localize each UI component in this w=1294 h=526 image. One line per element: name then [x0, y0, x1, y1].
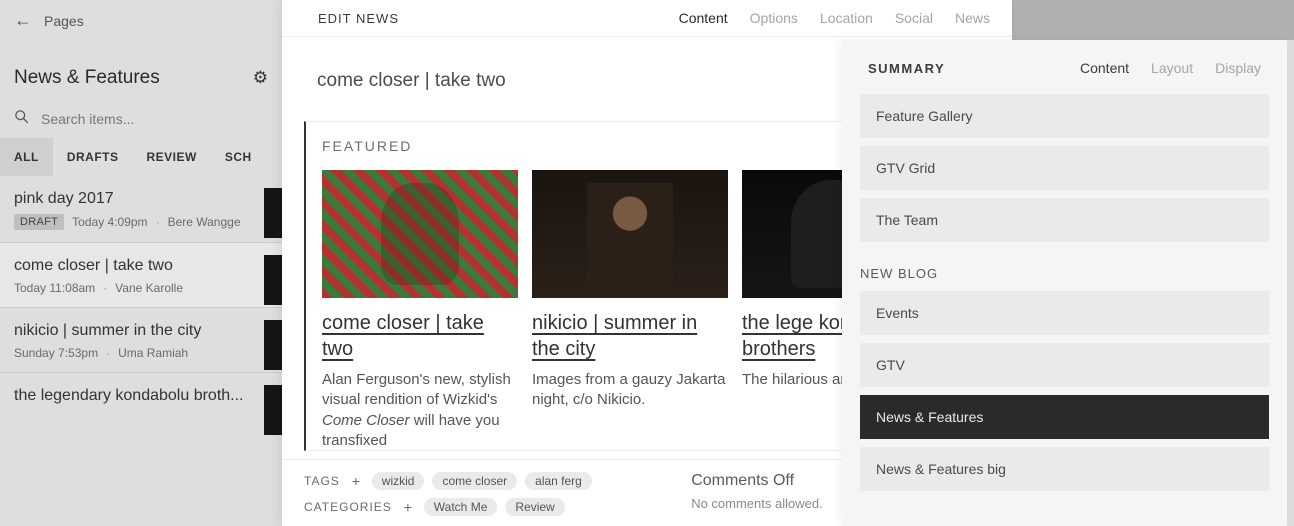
card-title: come closer | take two	[322, 310, 518, 362]
add-tag-button[interactable]: +	[348, 473, 364, 489]
filter-review[interactable]: REVIEW	[133, 138, 211, 176]
item-time: Today 11:08am	[14, 281, 95, 295]
summary-item-news-features-big[interactable]: News & Features big	[860, 447, 1269, 491]
item-thumbnail	[264, 255, 282, 305]
item-time: Today 4:09pm	[72, 215, 147, 229]
item-title: come closer | take two	[14, 257, 268, 275]
gear-icon[interactable]: ⚙	[253, 68, 268, 88]
category-chip[interactable]: Watch Me	[424, 498, 498, 516]
card-image	[322, 170, 518, 298]
summary-item-gtv[interactable]: GTV	[860, 343, 1269, 387]
featured-card[interactable]: nikicio | summer in the city Images from…	[532, 170, 728, 451]
tab-location[interactable]: Location	[820, 10, 873, 26]
editor-header-title: EDIT NEWS	[318, 11, 399, 26]
item-author: Uma Ramiah	[118, 346, 188, 360]
list-item[interactable]: nikicio | summer in the city Sunday 7:53…	[0, 307, 282, 372]
categories-label: CATEGORIES	[304, 500, 392, 514]
comments-status[interactable]: Comments Off	[691, 472, 823, 490]
breadcrumb[interactable]: Pages	[44, 13, 84, 29]
tab-news[interactable]: News	[955, 10, 990, 26]
list-item[interactable]: the legendary kondabolu broth...	[0, 372, 282, 423]
tab-social[interactable]: Social	[895, 10, 933, 26]
card-blurb: Alan Ferguson's new, stylish visual rend…	[322, 370, 518, 451]
editor-tabs: Content Options Location Social News	[679, 10, 990, 26]
sep-icon: ·	[106, 346, 110, 360]
summary-item-events[interactable]: Events	[860, 291, 1269, 335]
featured-card[interactable]: come closer | take two Alan Ferguson's n…	[322, 170, 518, 451]
comments-sub: No comments allowed.	[691, 496, 823, 511]
filter-all[interactable]: ALL	[0, 138, 53, 176]
card-image	[532, 170, 728, 298]
tag-chip[interactable]: alan ferg	[525, 472, 592, 490]
tab-content[interactable]: Content	[679, 10, 728, 26]
sidebar: ← Pages News & Features ⚙ ALL DRAFTS REV…	[0, 0, 282, 526]
item-author: Bere Wangge	[168, 215, 241, 229]
summary-panel: SUMMARY Content Layout Display Feature G…	[842, 40, 1287, 526]
sep-icon: ·	[103, 281, 107, 295]
item-thumbnail	[264, 320, 282, 370]
filter-tabs: ALL DRAFTS REVIEW SCH	[0, 138, 282, 176]
item-thumbnail	[264, 385, 282, 435]
search-input[interactable]	[41, 111, 268, 127]
tab-options[interactable]: Options	[750, 10, 798, 26]
item-author: Vane Karolle	[115, 281, 183, 295]
summary-tab-display[interactable]: Display	[1215, 60, 1261, 76]
summary-item-news-features[interactable]: News & Features	[860, 395, 1269, 439]
item-time: Sunday 7:53pm	[14, 346, 98, 360]
search-icon	[14, 109, 29, 128]
item-list: pink day 2017 DRAFT Today 4:09pm · Bere …	[0, 176, 282, 423]
back-arrow-icon[interactable]: ←	[14, 10, 32, 31]
summary-group: Feature Gallery GTV Grid The Team	[842, 94, 1287, 242]
card-title: nikicio | summer in the city	[532, 310, 728, 362]
summary-tab-layout[interactable]: Layout	[1151, 60, 1193, 76]
item-thumbnail	[264, 188, 282, 238]
summary-tab-content[interactable]: Content	[1080, 60, 1129, 76]
item-title: nikicio | summer in the city	[14, 322, 268, 340]
summary-title: SUMMARY	[868, 61, 945, 76]
tag-chip[interactable]: come closer	[432, 472, 517, 490]
summary-item-feature-gallery[interactable]: Feature Gallery	[860, 94, 1269, 138]
item-title: the legendary kondabolu broth...	[14, 387, 268, 405]
summary-tabs: Content Layout Display	[1080, 60, 1261, 76]
item-title: pink day 2017	[14, 190, 268, 208]
card-blurb: Images from a gauzy Jakarta night, c/o N…	[532, 370, 728, 411]
list-item[interactable]: pink day 2017 DRAFT Today 4:09pm · Bere …	[0, 176, 282, 242]
summary-group: Events GTV News & Features News & Featur…	[842, 291, 1287, 491]
sep-icon: ·	[156, 215, 160, 229]
tags-label: TAGS	[304, 474, 340, 488]
summary-item-the-team[interactable]: The Team	[860, 198, 1269, 242]
status-badge: DRAFT	[14, 214, 64, 230]
list-item[interactable]: come closer | take two Today 11:08am · V…	[0, 242, 282, 307]
page-title: News & Features	[14, 67, 160, 89]
summary-group-heading: NEW BLOG	[842, 250, 1287, 291]
filter-scheduled[interactable]: SCH	[211, 138, 266, 176]
add-category-button[interactable]: +	[400, 499, 416, 515]
summary-item-gtv-grid[interactable]: GTV Grid	[860, 146, 1269, 190]
tag-chip[interactable]: wizkid	[372, 472, 425, 490]
category-chip[interactable]: Review	[505, 498, 564, 516]
filter-drafts[interactable]: DRAFTS	[53, 138, 133, 176]
